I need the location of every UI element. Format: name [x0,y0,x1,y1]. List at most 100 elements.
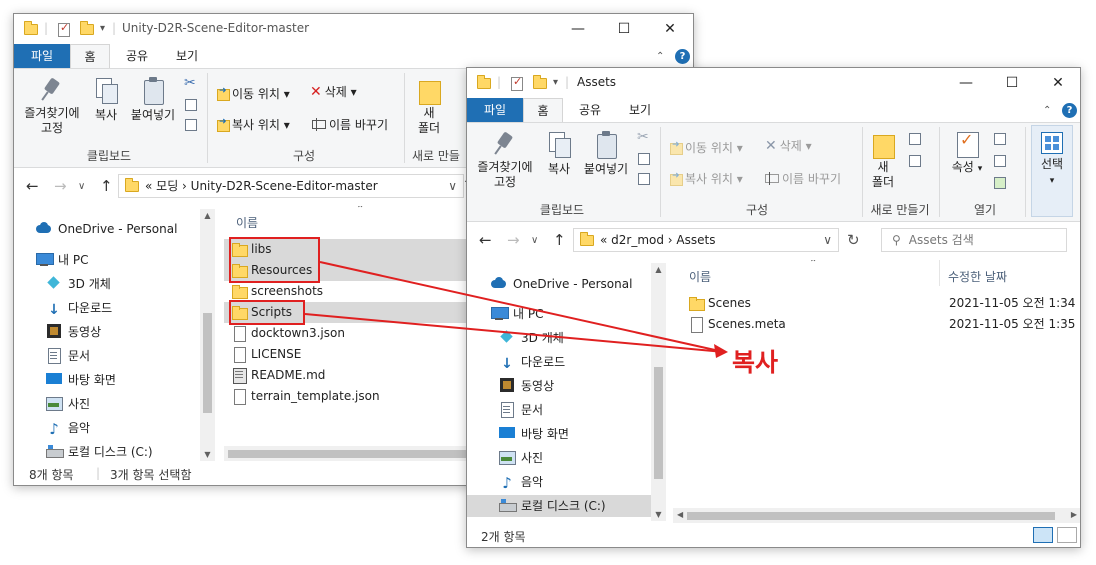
file-row[interactable]: Scenes 2021-11-05 오전 1:34 [681,293,1080,314]
forward-arrow-icon[interactable]: → [54,177,67,195]
delete-button[interactable]: ✕ 삭제 ▾ [310,83,357,100]
recent-locations-icon[interactable]: ∨ [78,181,85,192]
file-row[interactable]: terrain_template.json [224,386,484,407]
copy-to-button[interactable]: 복사 위치 ▾ [217,116,290,133]
nav-item-videos[interactable]: 동영상 [46,321,101,343]
scroll-thumb[interactable] [228,450,468,458]
properties-button[interactable]: 속성 ▾ [947,131,987,177]
details-view-icon[interactable] [1033,527,1053,543]
cut-icon[interactable]: ✂ [637,129,649,145]
column-header-name[interactable]: 이름 [689,268,711,285]
scroll-up-icon[interactable]: ▲ [200,211,215,220]
nav-item-documents[interactable]: 문서 [499,399,543,421]
column-header-name[interactable]: 이름 [236,214,258,231]
move-to-button[interactable]: 이동 위치 ▾ [217,85,290,102]
scroll-thumb[interactable] [203,313,212,413]
nav-item-3d-objects[interactable]: 3D 개체 [499,327,564,349]
recent-locations-icon[interactable]: ∨ [531,235,538,246]
paste-shortcut-icon[interactable] [185,119,197,131]
easy-access-icon[interactable] [909,155,921,167]
address-dropdown-icon[interactable]: ∨ [448,175,457,197]
collapse-ribbon-icon[interactable]: ⌃ [1043,105,1051,116]
tab-file[interactable]: 파일 [14,44,70,68]
customize-quick-access-icon[interactable]: ▾ [553,77,558,88]
file-row[interactable]: Scenes.meta 2021-11-05 오전 1:35 [681,314,1080,335]
select-button[interactable]: 선택 ▾ [1031,125,1073,217]
edit-icon[interactable] [994,155,1006,167]
nav-item-local-disk[interactable]: 로컬 디스크 (C:) [46,441,153,462]
close-button[interactable]: ✕ [647,14,693,44]
tab-view[interactable]: 보기 [164,44,210,68]
paste-button[interactable]: 붙여넣기 [579,131,633,177]
maximize-button[interactable]: ☐ [601,14,647,44]
tab-view[interactable]: 보기 [617,98,663,122]
nav-item-music[interactable]: ♪ 음악 [499,471,543,493]
nav-item-documents[interactable]: 문서 [46,345,90,367]
horizontal-scrollbar[interactable]: ◀ ▶ [673,508,1080,523]
search-input[interactable]: ⚲ Assets 검색 [881,228,1067,252]
new-folder-quick-icon[interactable] [80,21,94,35]
cut-icon[interactable]: ✂ [184,75,196,91]
forward-arrow-icon[interactable]: → [507,231,520,249]
properties-quick-icon[interactable] [58,21,70,37]
nav-scrollbar[interactable]: ▲ ▼ [651,263,666,521]
column-header-date[interactable]: 수정한 날짜 [948,268,1007,285]
pin-quick-access-button[interactable]: 즐겨찾기에 고정 [20,77,84,136]
help-icon[interactable]: ? [675,49,690,64]
tab-share[interactable]: 공유 [567,98,613,122]
file-row[interactable]: LICENSE [224,344,484,365]
file-row[interactable]: docktown3.json [224,323,484,344]
tab-home[interactable]: 홈 [523,98,563,122]
file-row[interactable]: README.md [224,365,484,386]
nav-item-downloads[interactable]: ↓ 다운로드 [46,297,112,319]
horizontal-scrollbar[interactable] [224,446,484,461]
address-bar[interactable]: « d2r_mod › Assets ∨ [573,228,839,252]
copy-path-icon[interactable] [185,99,197,111]
minimize-button[interactable]: — [555,14,601,44]
delete-button[interactable]: ✕ 삭제 ▾ [765,137,812,154]
copy-button[interactable]: 복사 [88,77,124,123]
scroll-down-icon[interactable]: ▼ [651,510,666,519]
new-folder-button[interactable]: 새 폴더 [866,131,900,190]
file-row[interactable]: screenshots [224,281,484,302]
scroll-up-icon[interactable]: ▲ [651,265,666,274]
nav-item-onedrive[interactable]: OneDrive - Personal [491,273,632,295]
nav-item-this-pc[interactable]: 내 PC [491,303,543,325]
tab-share[interactable]: 공유 [114,44,160,68]
nav-item-videos[interactable]: 동영상 [499,375,554,397]
properties-quick-icon[interactable] [511,75,523,91]
collapse-ribbon-icon[interactable]: ⌃ [656,51,664,62]
new-folder-quick-icon[interactable] [533,75,547,89]
help-icon[interactable]: ? [1062,103,1077,118]
scroll-thumb[interactable] [687,512,1055,520]
nav-item-pictures[interactable]: 사진 [499,447,543,469]
scroll-thumb[interactable] [654,367,663,479]
copy-path-icon[interactable] [638,153,650,165]
scroll-right-icon[interactable]: ▶ [1071,510,1077,519]
nav-item-this-pc[interactable]: 내 PC [36,249,88,271]
scroll-down-icon[interactable]: ▼ [200,450,215,459]
large-icons-view-icon[interactable] [1057,527,1077,543]
up-arrow-icon[interactable]: ↑ [100,177,113,195]
copy-button[interactable]: 복사 [541,131,577,177]
nav-item-music[interactable]: ♪ 음악 [46,417,90,439]
tab-home[interactable]: 홈 [70,44,110,68]
address-bar[interactable]: « 모딩 › Unity-D2R-Scene-Editor-master ∨ [118,174,464,198]
refresh-icon[interactable]: ↻ [847,231,860,249]
scroll-left-icon[interactable]: ◀ [677,510,683,519]
new-item-icon[interactable] [909,133,921,145]
nav-item-downloads[interactable]: ↓ 다운로드 [499,351,565,373]
rename-button[interactable]: 이름 바꾸기 [312,116,388,133]
back-arrow-icon[interactable]: ← [26,177,39,195]
new-folder-button[interactable]: 새 폴더 [412,77,446,136]
nav-item-pictures[interactable]: 사진 [46,393,90,415]
nav-item-desktop[interactable]: 바탕 화면 [46,369,116,391]
nav-item-local-disk[interactable]: 로컬 디스크 (C:) [467,495,651,517]
tab-file[interactable]: 파일 [467,98,523,122]
address-dropdown-icon[interactable]: ∨ [823,229,832,251]
maximize-button[interactable]: ☐ [989,68,1035,98]
nav-item-desktop[interactable]: 바탕 화면 [499,423,569,445]
copy-to-button[interactable]: 복사 위치 ▾ [670,170,743,187]
paste-shortcut-icon[interactable] [638,173,650,185]
history-icon[interactable] [994,177,1006,189]
